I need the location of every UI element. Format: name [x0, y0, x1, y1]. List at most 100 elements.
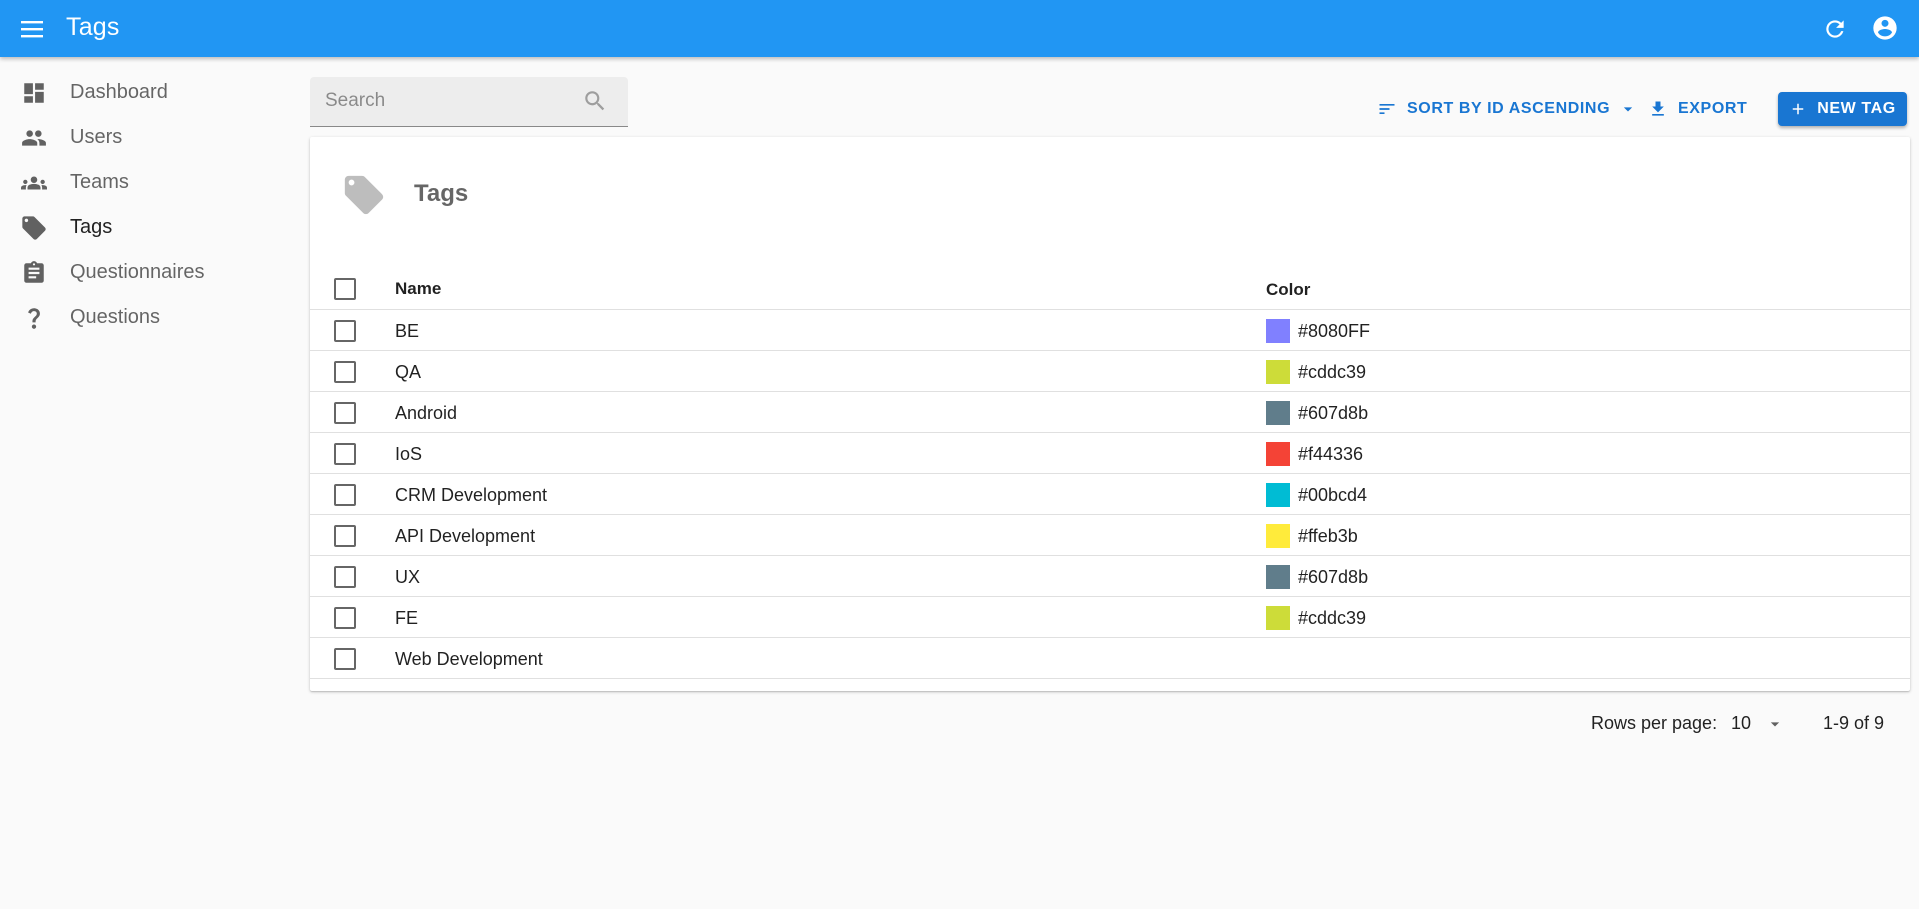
plus-icon — [1789, 100, 1807, 118]
rows-per-page-label: Rows per page: — [1591, 713, 1718, 733]
tag-name: API Development — [395, 526, 536, 546]
sidebar-item-label: Tags — [70, 216, 113, 238]
table-row[interactable]: BE #8080FF — [310, 310, 1910, 351]
table-row[interactable]: CRM Development #00bcd4 — [310, 474, 1910, 515]
row-checkbox[interactable] — [334, 443, 356, 465]
tag-name: UX — [395, 567, 421, 587]
row-checkbox[interactable] — [334, 566, 356, 588]
color-hex: #607d8b — [1298, 566, 1369, 587]
table-row[interactable]: Web Development — [310, 638, 1910, 679]
color-hex: #cddc39 — [1298, 361, 1367, 382]
app-title: Tags — [66, 13, 120, 41]
color-swatch — [1266, 565, 1290, 589]
new-tag-button[interactable]: NEW TAG — [1778, 92, 1907, 126]
tag-color: #8080FF — [1266, 319, 1370, 343]
sidebar-item-tags[interactable]: Tags — [0, 205, 290, 250]
row-checkbox[interactable] — [334, 525, 356, 547]
app-bar: Tags — [0, 0, 1919, 57]
row-checkbox[interactable] — [334, 648, 356, 670]
download-icon — [1648, 99, 1668, 119]
tag-color: #cddc39 — [1266, 360, 1366, 384]
sort-label: SORT BY ID ASCENDING — [1407, 100, 1611, 117]
color-hex: #f44336 — [1298, 443, 1364, 464]
page-range: 1-9 of 9 — [1823, 713, 1885, 733]
table-row[interactable]: API Development #ffeb3b — [310, 515, 1910, 556]
sidebar-item-questionnaires[interactable]: Questionnaires — [0, 250, 290, 295]
menu-icon[interactable] — [19, 15, 47, 43]
search-box — [310, 77, 628, 127]
color-swatch — [1266, 360, 1290, 384]
row-checkbox[interactable] — [334, 361, 356, 383]
sidebar-item-label: Users — [70, 126, 123, 148]
color-swatch — [1266, 524, 1290, 548]
rows-per-page-select[interactable]: 10 — [1731, 713, 1781, 734]
tag-name: Android — [395, 403, 458, 423]
search-icon[interactable] — [582, 88, 608, 119]
table-row[interactable]: QA #cddc39 — [310, 351, 1910, 392]
table-row[interactable]: FE #cddc39 — [310, 597, 1910, 638]
tag-name: FE — [395, 608, 419, 628]
tags-card: Tags Name Color BE #8080FF QA #cddc39 Androi… — [310, 137, 1910, 691]
color-swatch — [1266, 442, 1290, 466]
dashboard-icon — [20, 80, 48, 106]
sidebar: Dashboard Users Teams Tags Questionnaire… — [0, 70, 290, 340]
color-swatch — [1266, 483, 1290, 507]
pagination: Rows per page: 10 1-9 of 9 — [1580, 710, 1910, 736]
tag-name: QA — [395, 362, 422, 382]
table-row[interactable]: IoS #f44336 — [310, 433, 1910, 474]
export-button[interactable]: EXPORT — [1648, 92, 1747, 126]
teams-icon — [20, 170, 48, 196]
tag-color: #607d8b — [1266, 565, 1368, 589]
table-header-row: Name Color — [310, 268, 1910, 310]
sort-button[interactable]: SORT BY ID ASCENDING — [1377, 92, 1638, 126]
account-icon[interactable] — [1868, 11, 1902, 45]
select-all-checkbox[interactable] — [334, 278, 356, 300]
tag-icon — [341, 172, 387, 223]
color-hex: #8080FF — [1298, 320, 1371, 341]
sidebar-item-questions[interactable]: Questions — [0, 295, 290, 340]
color-swatch — [1266, 319, 1290, 343]
row-checkbox[interactable] — [334, 320, 356, 342]
export-label: EXPORT — [1678, 100, 1748, 117]
chevron-down-icon — [1765, 714, 1785, 734]
sort-icon — [1377, 99, 1397, 119]
tag-color: #f44336 — [1266, 442, 1363, 466]
tag-color: #607d8b — [1266, 401, 1368, 425]
refresh-icon[interactable] — [1819, 13, 1851, 45]
row-checkbox[interactable] — [334, 484, 356, 506]
users-icon — [20, 125, 48, 151]
chevron-down-icon — [1618, 99, 1638, 119]
sidebar-item-label: Dashboard — [70, 81, 168, 103]
tag-name: BE — [395, 321, 420, 341]
tags-table: Name Color BE #8080FF QA #cddc39 Android #607… — [310, 268, 1910, 679]
color-swatch — [1266, 606, 1290, 630]
color-hex: #ffeb3b — [1298, 525, 1358, 546]
sidebar-item-dashboard[interactable]: Dashboard — [0, 70, 290, 115]
tag-name: IoS — [395, 444, 423, 464]
new-tag-label: NEW TAG — [1817, 100, 1896, 117]
tag-name: CRM Development — [395, 485, 548, 505]
tag-color: #00bcd4 — [1266, 483, 1367, 507]
rows-per-page-value: 10 — [1731, 713, 1752, 733]
sidebar-item-teams[interactable]: Teams — [0, 160, 290, 205]
row-checkbox[interactable] — [334, 607, 356, 629]
question-icon — [20, 305, 48, 331]
tag-color: #ffeb3b — [1266, 524, 1358, 548]
color-hex: #607d8b — [1298, 402, 1369, 423]
sidebar-item-label: Questionnaires — [70, 261, 205, 283]
table-row[interactable]: UX #607d8b — [310, 556, 1910, 597]
color-hex: #cddc39 — [1298, 607, 1367, 628]
column-header-name[interactable]: Name — [395, 279, 441, 299]
tag-color: #cddc39 — [1266, 606, 1366, 630]
sidebar-item-label: Questions — [70, 306, 161, 328]
column-header-color[interactable]: Color — [1266, 280, 1310, 300]
tag-name: Web Development — [395, 649, 543, 669]
clipboard-icon — [20, 260, 48, 286]
sidebar-item-users[interactable]: Users — [0, 115, 290, 160]
sidebar-item-label: Teams — [70, 171, 129, 193]
search-input[interactable] — [310, 77, 580, 125]
tag-icon — [20, 215, 48, 241]
table-row[interactable]: Android #607d8b — [310, 392, 1910, 433]
card-title: Tags — [414, 180, 469, 207]
row-checkbox[interactable] — [334, 402, 356, 424]
